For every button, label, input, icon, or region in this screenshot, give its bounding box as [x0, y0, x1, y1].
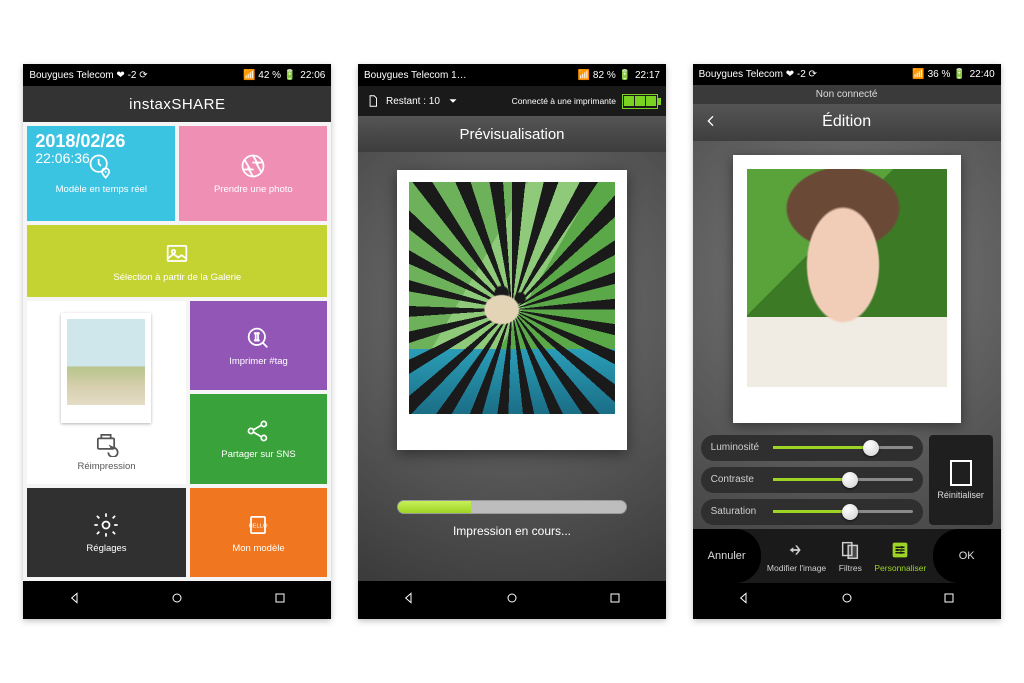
- slider-brightness[interactable]: Luminosité: [701, 435, 923, 461]
- aperture-icon: [239, 152, 267, 180]
- clock-text: 22:40: [970, 69, 995, 80]
- slider-contrast[interactable]: Contraste: [701, 467, 923, 493]
- cancel-button[interactable]: Annuler: [693, 529, 761, 583]
- print-progress-bar: [398, 501, 471, 513]
- share-icon: [244, 417, 272, 445]
- tile-label: Prendre une photo: [214, 184, 293, 195]
- tile-gallery[interactable]: Sélection à partir de la Galerie: [27, 225, 327, 297]
- android-nav: [358, 581, 666, 619]
- tile-label: Mon modèle: [232, 543, 284, 554]
- svg-text:HELLO: HELLO: [249, 523, 269, 529]
- chevron-down-icon[interactable]: [446, 94, 460, 108]
- reset-label: Réinitialiser: [937, 490, 984, 500]
- screen-title: Édition: [822, 113, 871, 131]
- slider-label: Saturation: [711, 506, 773, 517]
- clock-text: 22:06: [300, 70, 325, 81]
- print-progress: [397, 500, 627, 514]
- printer-battery-icon: [622, 94, 658, 109]
- status-bar: Bouygues Telecom ❤ -2 ⟳ 📶 42 % 🔋 22:06: [23, 64, 331, 86]
- sdcard-icon: [366, 94, 380, 108]
- preview-polaroid: [397, 170, 627, 450]
- home-tiles: 2018/02/26 22:06:36 Modèle en temps réel…: [23, 122, 331, 581]
- tab-modify-image[interactable]: Modifier l'image: [767, 539, 826, 573]
- chevron-left-icon: [703, 113, 719, 129]
- nav-home[interactable]: [839, 590, 855, 611]
- phone-edit: Bouygues Telecom ❤ -2 ⟳ 📶 36 % 🔋 22:40 N…: [693, 64, 1001, 619]
- nav-recent[interactable]: [272, 590, 288, 611]
- tile-share-sns[interactable]: Partager sur SNS: [190, 394, 328, 483]
- screen-title: Prévisualisation: [358, 116, 666, 152]
- battery-text: 📶 36 % 🔋: [912, 69, 965, 80]
- filters-icon: [839, 539, 861, 561]
- edit-image: [747, 169, 947, 387]
- reprint-thumbnail: [61, 313, 151, 423]
- tab-customize[interactable]: Personnaliser: [874, 539, 926, 573]
- clock-text: 22:17: [635, 70, 660, 81]
- status-bar: Bouygues Telecom 1… 📶 82 % 🔋 22:17: [358, 64, 666, 86]
- tile-take-photo[interactable]: Prendre une photo: [179, 126, 327, 221]
- carrier-text: Bouygues Telecom ❤ -2 ⟳: [699, 69, 817, 80]
- not-connected-banner: Non connecté: [693, 85, 1001, 104]
- phone-preview: Bouygues Telecom 1… 📶 82 % 🔋 22:17 Resta…: [358, 64, 666, 619]
- gear-icon: [92, 511, 120, 539]
- status-bar: Bouygues Telecom ❤ -2 ⟳ 📶 36 % 🔋 22:40: [693, 64, 1001, 85]
- slider-saturation[interactable]: Saturation: [701, 499, 923, 525]
- battery-text: 📶 42 % 🔋: [243, 70, 296, 81]
- tile-label: Réglages: [86, 543, 126, 554]
- tile-label: Réimpression: [77, 461, 135, 472]
- tab-label: Modifier l'image: [767, 563, 826, 573]
- edit-polaroid: [733, 155, 961, 423]
- tab-label: Personnaliser: [874, 563, 926, 573]
- printer-topbar: Restant : 10 Connecté à une imprimante: [358, 86, 666, 116]
- datetime-overlay: 2018/02/26 22:06:36: [35, 132, 125, 166]
- phone-home: Bouygues Telecom ❤ -2 ⟳ 📶 42 % 🔋 22:06 i…: [23, 64, 331, 619]
- ok-button[interactable]: OK: [933, 529, 1001, 583]
- printer-status: Connecté à une imprimante: [512, 96, 616, 106]
- tile-print-tag[interactable]: Imprimer #tag: [190, 301, 328, 390]
- battery-text: 📶 82 % 🔋: [578, 70, 631, 81]
- gallery-icon: [163, 240, 191, 268]
- frame-icon: [950, 460, 972, 486]
- print-progress-label: Impression en cours...: [397, 524, 627, 538]
- nav-recent[interactable]: [941, 590, 957, 611]
- tile-label: Partager sur SNS: [221, 449, 295, 460]
- tile-label: Imprimer #tag: [229, 356, 288, 367]
- carrier-text: Bouygues Telecom 1…: [364, 70, 467, 81]
- nav-back[interactable]: [736, 590, 752, 611]
- tile-label: Modèle en temps réel: [56, 184, 147, 195]
- nav-back[interactable]: [401, 590, 417, 611]
- remaining-label: Restant : 10: [386, 96, 440, 107]
- tile-my-model[interactable]: HELLO Mon modèle: [190, 488, 328, 577]
- tile-realtime[interactable]: 2018/02/26 22:06:36 Modèle en temps réel: [27, 126, 175, 221]
- nav-home[interactable]: [169, 590, 185, 611]
- nav-home[interactable]: [504, 590, 520, 611]
- carrier-text: Bouygues Telecom ❤ -2 ⟳: [29, 70, 147, 81]
- slider-label: Luminosité: [711, 442, 773, 453]
- preview-body: Impression en cours...: [358, 152, 666, 581]
- android-nav: [23, 581, 331, 619]
- tab-filters[interactable]: Filtres: [839, 539, 862, 573]
- tile-label: Sélection à partir de la Galerie: [113, 272, 241, 283]
- nav-recent[interactable]: [607, 590, 623, 611]
- hashtag-search-icon: [244, 324, 272, 352]
- reprint-icon: [92, 429, 120, 457]
- screen-title-bar: Édition: [693, 104, 1001, 140]
- slider-label: Contraste: [711, 474, 773, 485]
- tile-settings[interactable]: Réglages: [27, 488, 185, 578]
- preview-image: [409, 182, 615, 414]
- template-icon: HELLO: [244, 511, 272, 539]
- app-title: instax SHARE: [23, 86, 331, 122]
- tab-label: Filtres: [839, 563, 862, 573]
- back-button[interactable]: [703, 113, 719, 134]
- reset-button[interactable]: Réinitialiser: [929, 435, 993, 525]
- nav-back[interactable]: [67, 590, 83, 611]
- rotate-icon: [786, 539, 808, 561]
- sliders-icon: [889, 539, 911, 561]
- android-nav: [693, 583, 1001, 619]
- tile-reprint[interactable]: Réimpression: [27, 301, 185, 484]
